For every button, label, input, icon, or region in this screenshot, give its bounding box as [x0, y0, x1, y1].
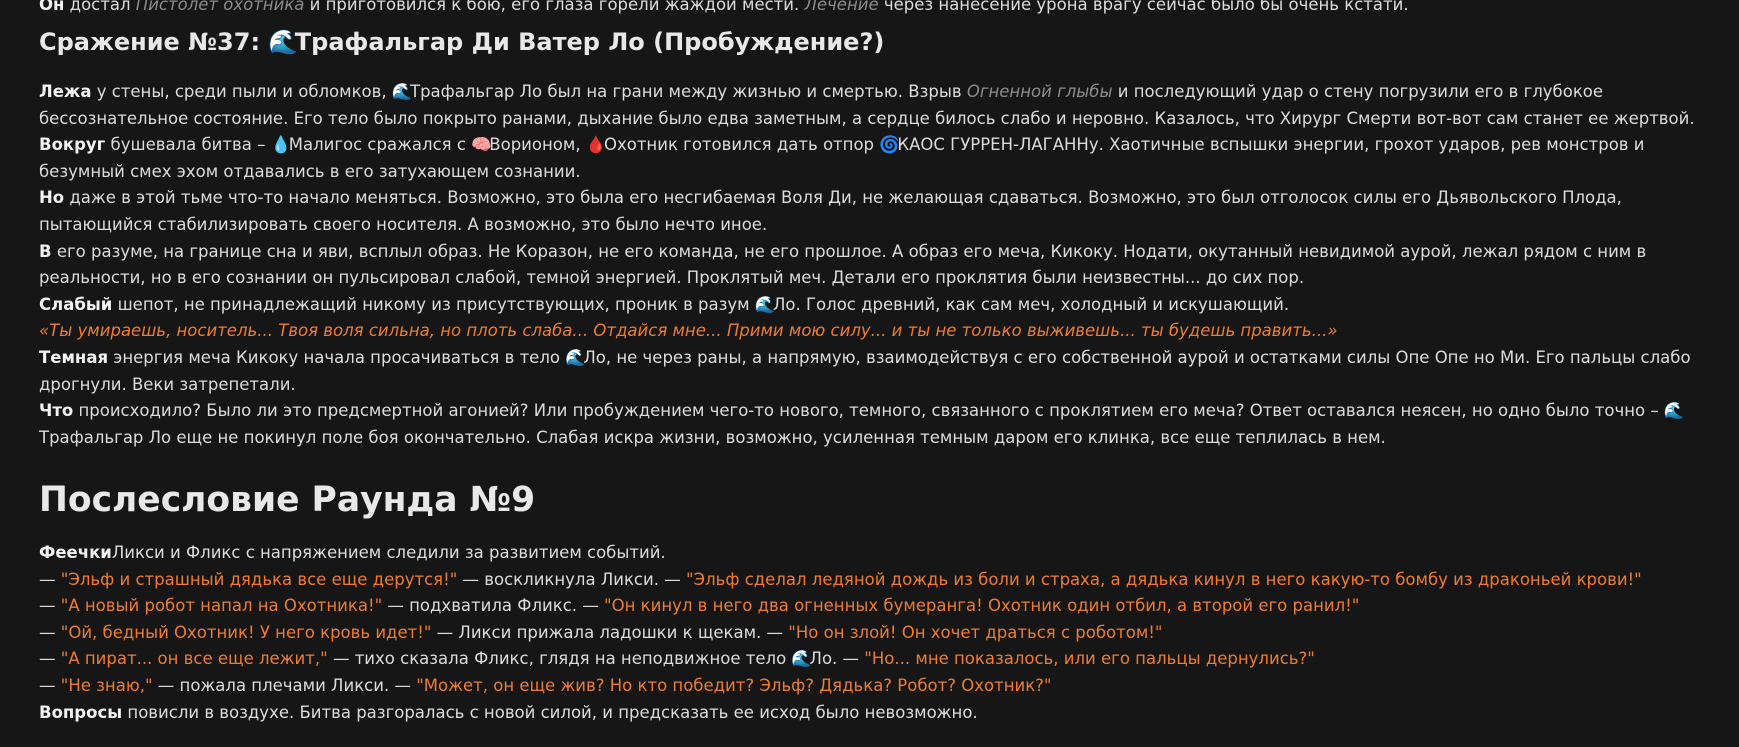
water-drop-icon: 💧 — [270, 135, 292, 155]
text-run: Охотник готовился дать отпор — [603, 135, 880, 155]
story-paragraph-4: В его разуме, на границе сна и яви, вспл… — [39, 239, 1704, 292]
story-paragraph-1: Лежа у стены, среди пыли и обломков, 🌊Тр… — [39, 79, 1704, 132]
text-run: у стены, среди пыли и обломков, — [91, 82, 392, 101]
cut-off-top-line: Он достал Пистолет охотника и приготовил… — [39, 0, 1704, 17]
brain-icon: 🧠 — [471, 135, 492, 155]
text-run: шепот, не принадлежащий никому из присут… — [112, 294, 755, 314]
dialog-line: — "Эльф и страшный дядька все еще дерутс… — [39, 567, 1704, 594]
text-run: — подхватила Фликс. — — [382, 596, 605, 616]
text-run: Ло. — — [809, 649, 865, 669]
dialog-quote: "А пират... он все еще лежит," — [60, 649, 328, 669]
battle-heading: Сражение №37: 🌊Трафальгар Ди Ватер Ло (П… — [39, 22, 884, 62]
text-run: Ликси и Фликс с напряжением следили за р… — [111, 543, 666, 562]
battle-heading-name: Трафальгар Ди Ватер Ло (Пробуждение?) — [294, 28, 885, 56]
story-paragraph-3: Но даже в этой тьме что-то начало менять… — [39, 185, 1704, 238]
story-paragraph-2: Вокруг бушевала битва – 💧Малигос сражалс… — [39, 132, 1704, 185]
text-run: через нанесение урона врагу сейчас было … — [878, 0, 1409, 14]
text-run: его разуме, на границе сна и яви, всплыл… — [39, 241, 1647, 288]
dialog-quote: "Эльф сделал ледяной дождь из боли и стр… — [685, 569, 1642, 589]
dialog-quote: "А новый робот напал на Охотника!" — [60, 596, 383, 616]
wave-icon: 🌊 — [391, 82, 413, 101]
text-run: повисли в воздухе. Битва разгоралась с н… — [122, 702, 978, 722]
para-lead: В — [39, 241, 52, 261]
afterword-dialog: ФеечкиЛикси и Фликс с напряжением следил… — [39, 540, 1704, 726]
dialog-line: — "А новый робот напал на Охотника!" — п… — [39, 593, 1704, 620]
item-link-spell[interactable]: Огненной глыбы — [967, 82, 1113, 101]
item-link-heal[interactable]: Лечение — [805, 0, 879, 14]
para-lead: Что — [39, 401, 74, 421]
dialog-dash: — — [39, 596, 61, 616]
text-run: Трафальгар Ло еще не покинул поле боя ок… — [39, 427, 1386, 447]
text-run: Трафальгар Ло был на грани между жизнью … — [410, 82, 967, 101]
dialog-quote: "Не знаю," — [60, 675, 153, 695]
dialog-line: — "Ой, бедный Охотник! У него кровь идет… — [39, 620, 1704, 647]
dialog-quote: "Эльф и страшный дядька все еще дерутся!… — [60, 569, 458, 589]
dialog-dash: — — [39, 649, 61, 669]
story-paragraph-6: Темная энергия меча Кикоку начала просач… — [39, 345, 1704, 398]
dialog-line: — "А пират... он все еще лежит," — тихо … — [39, 646, 1704, 673]
text-run: даже в этой тьме что-то начало меняться.… — [39, 188, 1622, 234]
sword-whisper-quote: «Ты умираешь, носитель... Твоя воля силь… — [39, 321, 1338, 341]
dialog-dash: — — [39, 569, 61, 589]
wave-icon: 🌊 — [791, 649, 812, 669]
fairies-intro: ФеечкиЛикси и Фликс с напряжением следил… — [39, 540, 1704, 567]
wave-icon: 🌊 — [1663, 401, 1685, 421]
para-lead: Феечки — [39, 543, 112, 562]
afterword-heading: Послесловие Раунда №9 — [39, 480, 536, 520]
text-run: Ворионом, — [489, 135, 586, 155]
text-run: — воскликнула Ликси. — — [457, 569, 686, 589]
wave-icon: 🌊 — [565, 347, 586, 367]
wave-icon: 🌊 — [754, 294, 776, 314]
story-paragraph-7: Что происходило? Было ли это предсмертно… — [39, 398, 1704, 451]
text-run: — Ликси прижала ладошки к щекам. — — [431, 622, 789, 642]
dialog-line: — "Не знаю," — пожала плечами Ликси. — "… — [39, 673, 1704, 700]
para-lead: Слабый — [39, 294, 113, 314]
dialog-quote: "Может, он еще жив? Но кто победит? Эльф… — [416, 675, 1052, 695]
dialog-quote: "Но... мне показалось, или его пальцы де… — [864, 649, 1315, 669]
dialog-quote: "Ой, бедный Охотник! У него кровь идет!" — [60, 622, 432, 642]
dialog-quote: "Но он злой! Он хочет драться с роботом!… — [788, 622, 1163, 642]
para-lead: Вопросы — [39, 702, 123, 722]
battle-story: Лежа у стены, среди пыли и обломков, 🌊Тр… — [39, 79, 1704, 451]
para-lead: Лежа — [39, 82, 92, 101]
dialog-dash: — — [39, 675, 61, 695]
text-run: и приготовился к бою, его глаза горели ж… — [304, 0, 805, 14]
dialog-dash: — — [39, 622, 61, 642]
galaxy-icon: 🌀 — [879, 135, 900, 155]
wave-icon: 🌊 — [268, 28, 299, 56]
blood-drop-icon: 🩸 — [585, 135, 607, 155]
text-run: — тихо сказала Фликс, глядя на неподвижн… — [327, 649, 792, 669]
para-lead: Но — [39, 188, 65, 208]
para-lead: Вокруг — [39, 135, 106, 155]
text-run: достал — [64, 0, 136, 14]
text-run: Малигос сражался с — [288, 135, 472, 155]
text-run: Ло. Голос древний, как сам меч, холодный… — [773, 294, 1290, 314]
final-paragraph: Вопросы повисли в воздухе. Битва разгора… — [39, 700, 1704, 727]
text-run: энергия меча Кикоку начала просачиваться… — [108, 347, 566, 367]
story-paragraph-5: Слабый шепот, не принадлежащий никому из… — [39, 292, 1704, 319]
text-run: — пожала плечами Ликси. — — [152, 675, 417, 695]
document-page: Он достал Пистолет охотника и приготовил… — [0, 0, 1739, 747]
text-run: бушевала битва – — [105, 135, 271, 155]
para-lead: Темная — [39, 347, 109, 367]
item-link-weapon[interactable]: Пистолет охотника — [136, 0, 305, 14]
dialog-quote: "Он кинул в него два огненных бумеранга!… — [604, 596, 1360, 616]
text-run: происходило? Было ли это предсмертной аг… — [73, 401, 1664, 421]
battle-heading-prefix: Сражение №37: — [39, 28, 269, 56]
para-lead: Он — [39, 0, 65, 14]
